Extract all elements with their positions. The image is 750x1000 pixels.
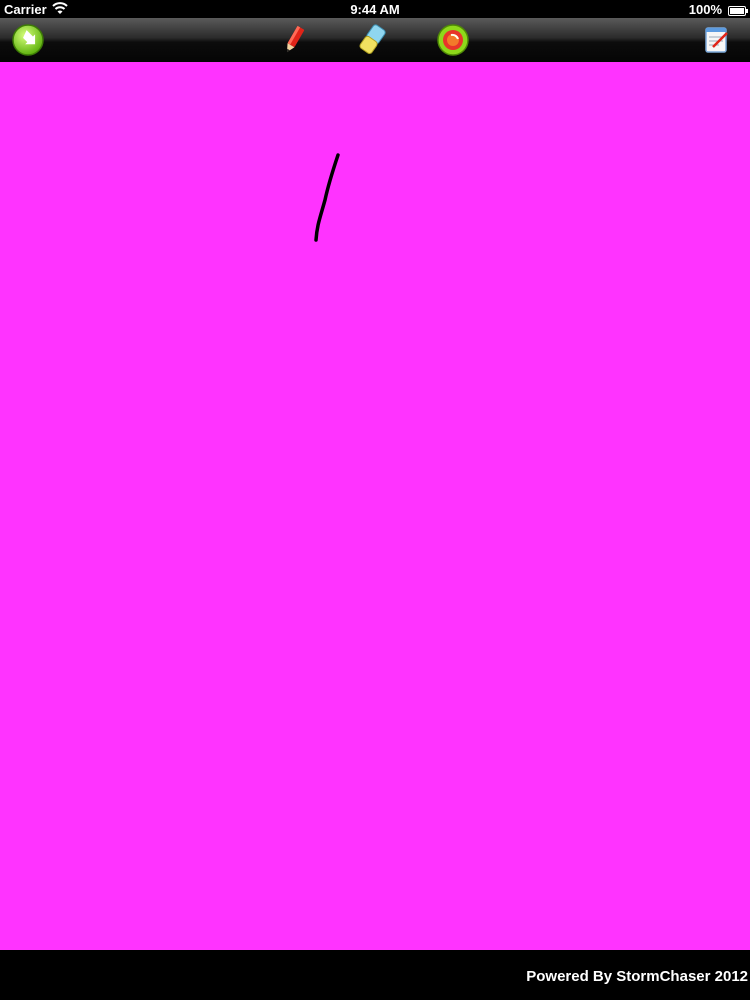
eraser-icon bbox=[355, 23, 389, 57]
export-button[interactable] bbox=[10, 22, 46, 58]
drawing-canvas[interactable] bbox=[0, 62, 750, 950]
notes-button[interactable] bbox=[698, 22, 734, 58]
status-bar: Carrier 9:44 AM 100% bbox=[0, 0, 750, 18]
notepad-icon bbox=[699, 23, 733, 57]
eraser-button[interactable] bbox=[354, 22, 390, 58]
color-picker-icon bbox=[436, 23, 470, 57]
battery-percent: 100% bbox=[688, 2, 722, 17]
toolbar bbox=[0, 18, 750, 63]
footer: Powered By StormChaser 2012 bbox=[0, 950, 750, 1000]
color-button[interactable] bbox=[435, 22, 471, 58]
footer-credit: Powered By StormChaser 2012 bbox=[526, 968, 748, 985]
battery-icon bbox=[728, 4, 748, 16]
canvas-drawing bbox=[314, 153, 340, 242]
pencil-icon bbox=[277, 23, 311, 57]
drawn-stroke bbox=[314, 153, 340, 242]
clock-label: 9:44 AM bbox=[350, 2, 400, 17]
export-arrow-icon bbox=[11, 23, 45, 57]
pencil-button[interactable] bbox=[276, 22, 312, 58]
